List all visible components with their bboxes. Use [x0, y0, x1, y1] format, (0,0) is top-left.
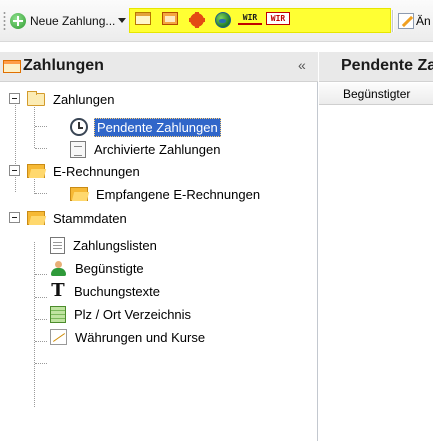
toolbar: Neue Zahlung... WIR WIR Än	[0, 0, 433, 42]
document-icon	[50, 236, 65, 254]
column-header-beguenstigter[interactable]: Begünstigter	[319, 83, 433, 105]
edit-label: Än	[416, 14, 431, 28]
text-icon: T	[51, 280, 65, 301]
tree-item-label: Begünstigte	[75, 260, 144, 276]
tree-item-label: Buchungstexte	[74, 283, 161, 299]
tree-item-label: Archivierte Zahlungen	[94, 141, 221, 157]
tree-item-label: Plz / Ort Verzeichnis	[74, 306, 192, 322]
toolbar-separator	[392, 10, 393, 32]
wir-red-icon[interactable]: WIR	[266, 12, 290, 25]
archive-icon	[70, 140, 86, 158]
content-panel: Pendente Zahlungen Begünstigter	[319, 52, 433, 441]
tree-item-label: Pendente Zahlungen	[94, 117, 221, 137]
folder-open-icon	[27, 211, 45, 225]
folder-header-icon	[3, 60, 21, 73]
tree-connector	[35, 274, 47, 275]
collapse-panel-button[interactable]: «	[298, 57, 306, 73]
new-payment-button[interactable]: Neue Zahlung...	[10, 10, 115, 32]
navigation-panel: Zahlungen « Zahlungen Pendente Zahlungen	[0, 52, 318, 441]
tree-connector	[35, 126, 47, 127]
tree-item-empfangene-e-rechnungen[interactable]: Empfangene E-Rechnungen	[70, 183, 262, 205]
gear-icon[interactable]	[189, 12, 205, 28]
tree-connector	[35, 297, 47, 298]
tree-connector	[35, 148, 47, 149]
tree-connector	[35, 193, 47, 194]
tree-connector	[35, 341, 47, 342]
tree-connector	[35, 319, 47, 320]
expander-stammdaten[interactable]	[9, 212, 20, 223]
tree-item-plz-ort-verzeichnis[interactable]: Plz / Ort Verzeichnis	[50, 303, 193, 325]
window-orange-icon[interactable]	[162, 12, 178, 25]
tree-item-stammdaten[interactable]: Stammdaten	[27, 207, 129, 229]
add-circle-icon	[10, 13, 26, 29]
toolbar-grip[interactable]	[3, 11, 6, 31]
tree-item-archivierte-zahlungen[interactable]: Archivierte Zahlungen	[70, 138, 222, 160]
person-icon	[50, 260, 67, 277]
new-payment-label: Neue Zahlung...	[30, 14, 116, 28]
edit-button[interactable]: Än	[398, 10, 431, 32]
new-payment-dropdown-arrow[interactable]	[118, 18, 126, 23]
tree-connector	[15, 100, 16, 192]
column-header-label: Begünstigter	[343, 87, 411, 101]
table-icon	[50, 305, 66, 323]
folder-closed-icon	[27, 90, 45, 106]
pencil-icon	[398, 13, 414, 29]
tree-connector	[35, 363, 47, 364]
navigation-header: Zahlungen «	[0, 52, 318, 82]
clock-icon	[70, 118, 88, 136]
content-header: Pendente Zahlungen	[319, 52, 433, 82]
window-icon[interactable]	[135, 12, 151, 25]
tree-item-buchungstexte[interactable]: T Buchungstexte	[50, 280, 162, 302]
tree-item-zahlungslisten[interactable]: Zahlungslisten	[50, 234, 159, 256]
tree-item-waehrungen-und-kurse[interactable]: Währungen und Kurse	[50, 326, 207, 348]
tree-item-label: Empfangene E-Rechnungen	[96, 186, 261, 202]
wir-icon[interactable]: WIR	[238, 12, 262, 25]
tree-item-e-rechnungen[interactable]: E-Rechnungen	[27, 160, 142, 182]
tree-item-label: Währungen und Kurse	[75, 329, 206, 345]
folder-open-icon	[70, 187, 88, 201]
tree-item-label: Zahlungslisten	[73, 237, 157, 253]
tree-item-beguenstigte[interactable]: Begünstigte	[50, 257, 146, 279]
expander-e-rechnungen[interactable]	[9, 165, 20, 176]
tree-item-label: Stammdaten	[53, 210, 127, 226]
tree-item-label: Zahlungen	[53, 91, 115, 107]
folder-open-icon	[27, 164, 45, 178]
tree-item-zahlungen[interactable]: Zahlungen	[27, 88, 116, 110]
tree-item-label: E-Rechnungen	[53, 163, 140, 179]
navigation-title: Zahlungen	[23, 57, 104, 74]
tree-connector	[34, 242, 35, 407]
expander-zahlungen[interactable]	[9, 93, 20, 104]
tree-item-pendente-zahlungen[interactable]: Pendente Zahlungen	[70, 116, 221, 138]
globe-icon[interactable]	[215, 12, 231, 28]
chart-icon	[50, 329, 67, 345]
content-title: Pendente Zahlungen	[341, 57, 433, 74]
